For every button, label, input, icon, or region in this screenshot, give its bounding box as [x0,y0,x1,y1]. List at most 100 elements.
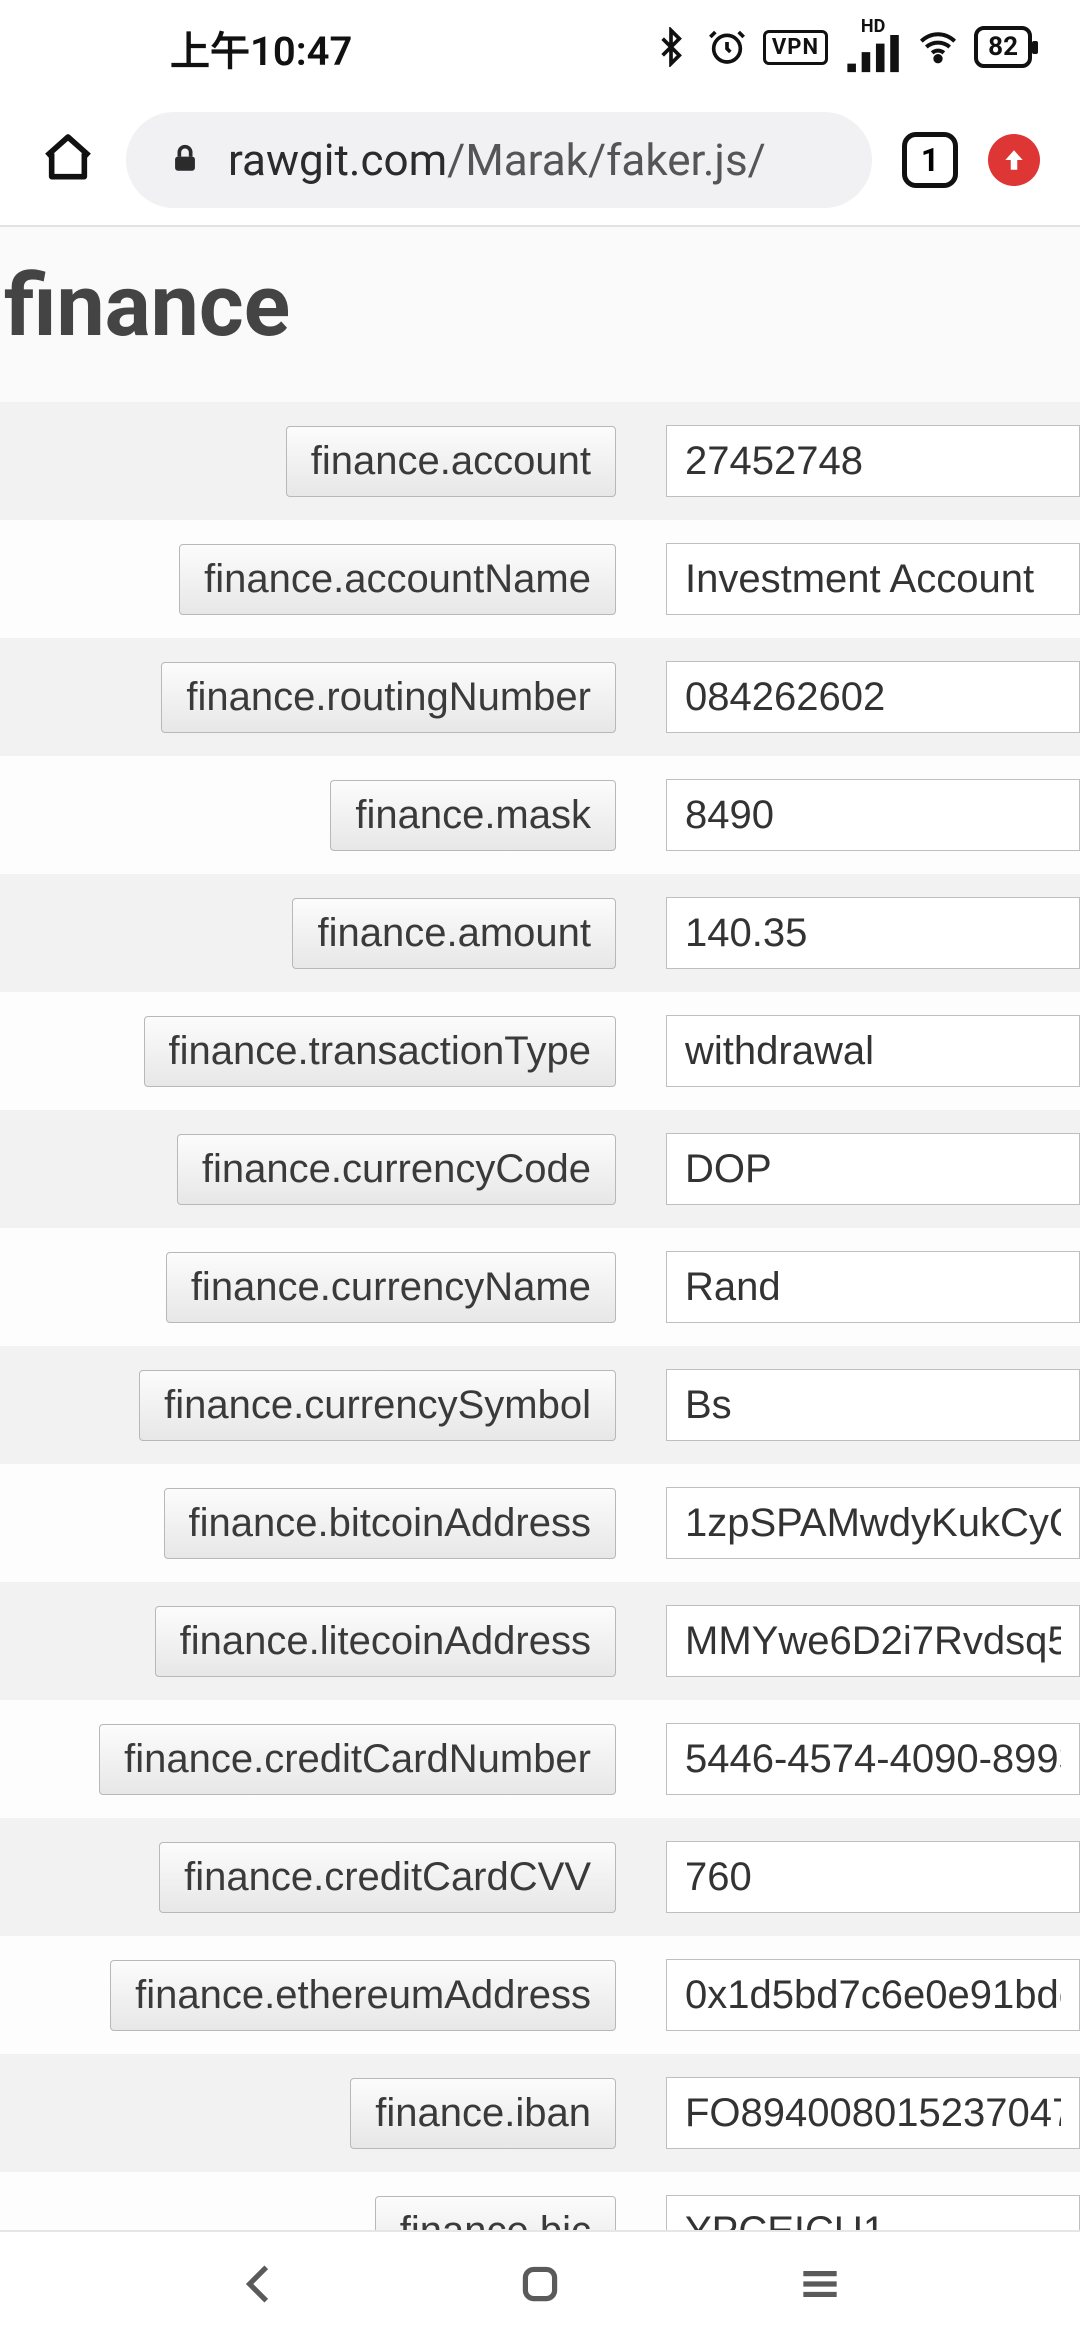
table-row: finance.iban [0,2054,1080,2172]
label-cell: finance.ethereumAddress [0,1960,620,2031]
value-input[interactable] [666,543,1080,615]
method-button[interactable]: finance.currencyCode [177,1134,616,1205]
page-title: finance [0,227,1080,398]
label-cell: finance.creditCardNumber [0,1724,620,1795]
recent-apps-button[interactable] [795,2259,845,2313]
page-content: finance finance.account finance.accountNa… [0,227,1080,2230]
table-row: finance.transactionType [0,992,1080,1110]
value-input[interactable] [666,1251,1080,1323]
label-cell: finance.currencyName [0,1252,620,1323]
value-cell [620,661,1080,733]
bluetooth-icon [651,27,691,67]
value-input[interactable] [666,1841,1080,1913]
table-row: finance.routingNumber [0,638,1080,756]
method-button[interactable]: finance.mask [330,780,616,851]
home-system-button[interactable] [515,2259,565,2313]
value-cell [620,1133,1080,1205]
value-cell [620,779,1080,851]
url-host: rawgit.com [228,134,447,186]
table-row: finance.creditCardCVV [0,1818,1080,1936]
value-cell [620,897,1080,969]
table-row: finance.bic [0,2172,1080,2230]
table-row: finance.account [0,402,1080,520]
value-cell [620,1487,1080,1559]
value-input[interactable] [666,2077,1080,2149]
value-input[interactable] [666,1015,1080,1087]
value-input[interactable] [666,425,1080,497]
method-button[interactable]: finance.currencyName [166,1252,616,1323]
label-cell: finance.iban [0,2078,620,2149]
label-cell: finance.account [0,426,620,497]
finance-table: finance.account finance.accountName financ… [0,398,1080,2230]
status-right: VPN HD 82 [651,20,1032,74]
browser-chrome: rawgit.com/Marak/faker.js/ 1 [0,95,1080,225]
method-button[interactable]: finance.account [286,426,616,497]
value-cell [620,425,1080,497]
value-input[interactable] [666,1369,1080,1441]
value-input[interactable] [666,897,1080,969]
battery-icon: 82 [974,26,1032,68]
url-path: /Marak/faker.js/ [447,134,766,186]
alarm-icon [707,27,747,67]
method-button[interactable]: finance.iban [350,2078,616,2149]
hd-signal-icon: HD [844,20,902,74]
value-input[interactable] [666,779,1080,851]
value-input[interactable] [666,1723,1080,1795]
method-button[interactable]: finance.routingNumber [161,662,616,733]
table-row: finance.creditCardNumber [0,1700,1080,1818]
label-cell: finance.accountName [0,544,620,615]
back-button[interactable] [235,2259,285,2313]
value-cell [620,1841,1080,1913]
method-button[interactable]: finance.creditCardNumber [99,1724,616,1795]
value-input[interactable] [666,1959,1080,2031]
home-button[interactable] [40,130,96,190]
table-row: finance.currencySymbol [0,1346,1080,1464]
method-button[interactable]: finance.amount [292,898,616,969]
url-text: rawgit.com/Marak/faker.js/ [228,134,766,186]
method-button[interactable]: finance.litecoinAddress [155,1606,616,1677]
value-cell [620,1251,1080,1323]
table-row: finance.amount [0,874,1080,992]
value-input[interactable] [666,1605,1080,1677]
label-cell: finance.bitcoinAddress [0,1488,620,1559]
label-cell: finance.bic [0,2196,620,2231]
value-input[interactable] [666,1133,1080,1205]
table-row: finance.currencyName [0,1228,1080,1346]
value-cell [620,1959,1080,2031]
table-row: finance.accountName [0,520,1080,638]
value-cell [620,2195,1080,2230]
value-cell [620,1369,1080,1441]
value-input[interactable] [666,2195,1080,2230]
method-button[interactable]: finance.creditCardCVV [159,1842,616,1913]
method-button[interactable]: finance.currencySymbol [139,1370,616,1441]
label-cell: finance.litecoinAddress [0,1606,620,1677]
label-cell: finance.amount [0,898,620,969]
table-row: finance.litecoinAddress [0,1582,1080,1700]
value-input[interactable] [666,1487,1080,1559]
method-button[interactable]: finance.bitcoinAddress [164,1488,616,1559]
label-cell: finance.currencySymbol [0,1370,620,1441]
label-cell: finance.currencyCode [0,1134,620,1205]
method-button[interactable]: finance.ethereumAddress [110,1960,616,2031]
method-button[interactable]: finance.accountName [179,544,616,615]
value-cell [620,543,1080,615]
label-cell: finance.transactionType [0,1016,620,1087]
label-cell: finance.routingNumber [0,662,620,733]
vpn-icon: VPN [763,30,828,65]
value-cell [620,1605,1080,1677]
method-button[interactable]: finance.bic [375,2196,616,2231]
value-cell [620,2077,1080,2149]
status-bar: 上午10:47 VPN HD 82 [0,0,1080,95]
label-cell: finance.creditCardCVV [0,1842,620,1913]
update-button[interactable] [988,134,1040,186]
tab-count-button[interactable]: 1 [902,132,958,188]
wifi-icon [918,27,958,67]
value-cell [620,1015,1080,1087]
label-cell: finance.mask [0,780,620,851]
table-row: finance.bitcoinAddress [0,1464,1080,1582]
method-button[interactable]: finance.transactionType [144,1016,616,1087]
lock-icon [168,138,202,182]
value-cell [620,1723,1080,1795]
address-bar[interactable]: rawgit.com/Marak/faker.js/ [126,112,872,208]
value-input[interactable] [666,661,1080,733]
